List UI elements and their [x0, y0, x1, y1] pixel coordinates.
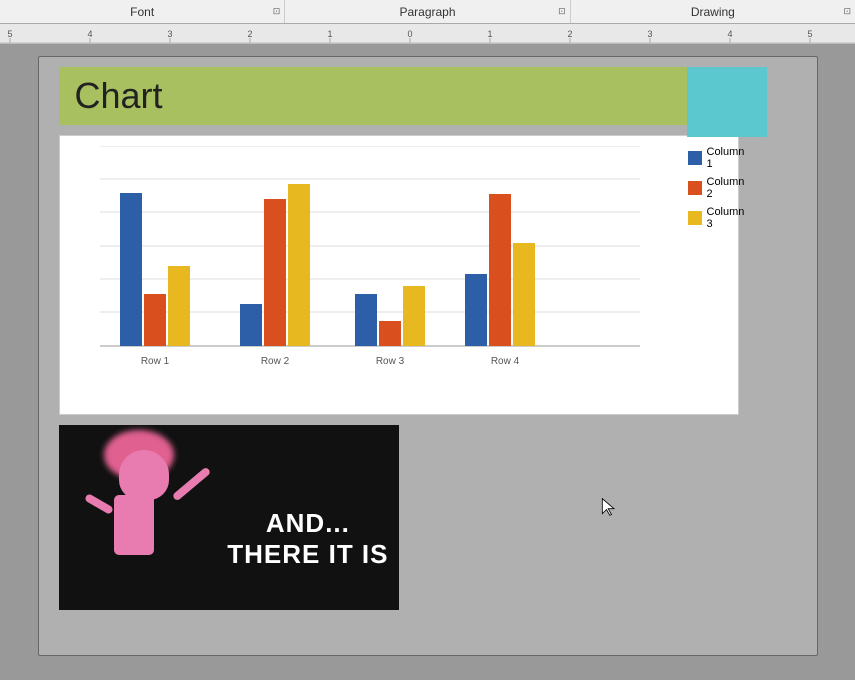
figure-head [119, 450, 169, 500]
bar-row1-col1 [120, 193, 142, 346]
bar-row2-col1 [240, 304, 262, 346]
drawing-section[interactable]: Drawing ⊡ [571, 0, 855, 23]
figure-torso [114, 495, 154, 555]
font-section[interactable]: Font ⊡ [0, 0, 285, 23]
svg-text:Row 1: Row 1 [140, 356, 169, 367]
chart-svg-area: 12 10 8 6 4 2 0 [60, 136, 680, 414]
chart-legend: Column 1 Column 2 Column 3 [680, 136, 753, 414]
bar-row4-col2 [489, 194, 511, 346]
svg-text:4: 4 [727, 29, 732, 39]
drawing-expand-icon[interactable]: ⊡ [843, 6, 851, 17]
chart-title-block: Chart [59, 67, 739, 125]
cyan-rectangle [687, 67, 767, 137]
legend-label-col1: Column 1 [707, 146, 745, 170]
page: Chart [38, 56, 818, 656]
bar-row3-col3 [403, 286, 425, 346]
svg-text:4: 4 [87, 29, 92, 39]
legend-item-col2: Column 2 [688, 176, 745, 200]
image-text-line2: THERE IT IS [227, 539, 388, 570]
document-area: Chart [0, 44, 855, 680]
bar-row3-col2 [379, 321, 401, 346]
chart-container[interactable]: 12 10 8 6 4 2 0 [59, 135, 739, 415]
bar-row3-col1 [355, 294, 377, 346]
svg-text:2: 2 [567, 29, 572, 39]
bar-row1-col3 [168, 266, 190, 346]
toolbar: Font ⊡ Paragraph ⊡ Drawing ⊡ [0, 0, 855, 24]
svg-text:2: 2 [247, 29, 252, 39]
chart-title: Chart [75, 75, 163, 116]
legend-item-col3: Column 3 [688, 206, 745, 230]
figure-arm-right [171, 466, 211, 501]
font-label: Font [130, 5, 154, 19]
svg-text:5: 5 [807, 29, 812, 39]
bar-row4-col3 [513, 243, 535, 346]
bar-row2-col2 [264, 199, 286, 346]
image-block: AND... THERE IT IS [59, 425, 399, 610]
svg-text:5: 5 [7, 29, 12, 39]
bar-row4-col1 [465, 274, 487, 346]
bar-row2-col3 [288, 184, 310, 346]
svg-text:3: 3 [167, 29, 172, 39]
legend-color-col1 [688, 151, 702, 165]
legend-label-col2: Column 2 [707, 176, 745, 200]
image-content: AND... THERE IT IS [59, 425, 399, 610]
paragraph-label: Paragraph [399, 5, 455, 19]
bar-row1-col2 [144, 294, 166, 346]
svg-text:3: 3 [647, 29, 652, 39]
paragraph-expand-icon[interactable]: ⊡ [558, 6, 566, 17]
svg-text:1: 1 [487, 29, 492, 39]
svg-text:0: 0 [407, 29, 412, 39]
svg-text:Row 3: Row 3 [375, 356, 404, 367]
legend-item-col1: Column 1 [688, 146, 745, 170]
ruler: 5 4 3 2 1 0 1 2 3 4 5 [0, 24, 855, 44]
legend-label-col3: Column 3 [707, 206, 745, 230]
chart-svg: 12 10 8 6 4 2 0 [100, 146, 680, 386]
legend-color-col2 [688, 181, 702, 195]
svg-text:Row 2: Row 2 [260, 356, 289, 367]
figure [99, 450, 189, 590]
legend-color-col3 [688, 211, 702, 225]
svg-text:Row 4: Row 4 [490, 356, 519, 367]
drawing-label: Drawing [691, 5, 735, 19]
image-text-overlay: AND... THERE IT IS [227, 508, 388, 570]
svg-text:1: 1 [327, 29, 332, 39]
image-text-line1: AND... [227, 508, 388, 539]
cursor [599, 497, 619, 517]
font-expand-icon[interactable]: ⊡ [273, 6, 281, 17]
figure-arm-left [84, 493, 114, 515]
paragraph-section[interactable]: Paragraph ⊡ [285, 0, 570, 23]
